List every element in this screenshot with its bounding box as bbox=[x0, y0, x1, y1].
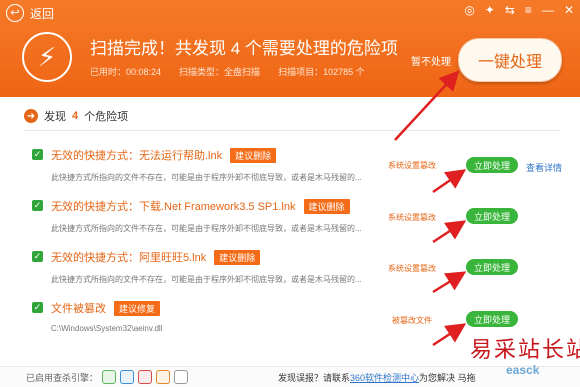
item-category: 系统设置篡改 bbox=[388, 264, 436, 273]
delete-tag[interactable]: 建议删除 bbox=[214, 250, 261, 265]
item-checkbox[interactable]: ✓ bbox=[32, 149, 43, 160]
item-checkbox[interactable]: ✓ bbox=[32, 251, 43, 262]
item-title-text: 无效的快捷方式：下载.Net Framework3.5 SP1.lnk bbox=[51, 201, 296, 213]
fix-now-button[interactable]: 立即处理 bbox=[466, 259, 518, 275]
list-header-prefix: 发现 bbox=[44, 111, 66, 123]
item-desc: 此快捷方式所指向的文件不存在，可能是由于程序外卸不彻底导致，或者是木马残留的..… bbox=[51, 275, 362, 284]
list-header: ➜ 发现 4 个危险项 bbox=[24, 108, 128, 124]
item-title: 无效的快捷方式：下载.Net Framework3.5 SP1.lnk 建议删除 bbox=[51, 198, 350, 214]
annotation-arrow bbox=[432, 220, 467, 244]
watermark-sub: easck bbox=[506, 363, 540, 377]
delete-tag[interactable]: 建议删除 bbox=[230, 148, 277, 163]
report-prefix: 发现误报？请联系 bbox=[278, 373, 351, 383]
scan-type: 扫描类型：全盘扫描 bbox=[179, 67, 261, 77]
item-path: C:\Windows\System32\aeinv.dll bbox=[51, 324, 163, 333]
bitdefender-engine-icon[interactable] bbox=[138, 370, 153, 384]
skip-link[interactable]: 暂不处理 bbox=[411, 53, 451, 68]
menu-icon[interactable]: ≡ bbox=[525, 3, 532, 17]
risk-count: 4 bbox=[72, 110, 79, 122]
fix-all-button[interactable]: 一键处理 bbox=[458, 38, 562, 82]
avira-engine-icon[interactable] bbox=[174, 370, 189, 384]
fix-now-button[interactable]: 立即处理 bbox=[466, 157, 518, 173]
watermark: 易采站长站 bbox=[470, 338, 580, 363]
time-used: 已用时：00:08:24 bbox=[90, 67, 162, 77]
report-text: 发现误报？请联系360软件检测中心为您解决 马拖 bbox=[278, 371, 476, 384]
delete-tag[interactable]: 建议删除 bbox=[303, 199, 350, 214]
window-controls: ◎ ✦ ⇆ ≡ — ✕ bbox=[464, 3, 574, 17]
item-desc: 此快捷方式所指向的文件不存在，可能是由于程序外卸不彻底导致，或者是木马残留的..… bbox=[51, 173, 362, 182]
repair-tag[interactable]: 建议修复 bbox=[114, 301, 161, 316]
shield-icon[interactable]: ✦ bbox=[485, 3, 495, 17]
close-icon[interactable]: ✕ bbox=[564, 3, 574, 17]
page-title: 扫描完成！共发现 4 个需要处理的危险项 bbox=[90, 39, 398, 58]
item-category: 系统设置篡改 bbox=[388, 213, 436, 222]
item-title: 无效的快捷方式：阿里旺旺5.lnk 建议删除 bbox=[51, 249, 261, 265]
item-category: 系统设置篡改 bbox=[388, 161, 436, 170]
annotation-arrow bbox=[432, 169, 467, 194]
items-scanned: 扫描项目：102785 个 bbox=[278, 67, 365, 77]
engines-label: 已启用查杀引擎： bbox=[26, 372, 99, 383]
engine-status: 已启用查杀引擎： bbox=[26, 370, 189, 384]
divider bbox=[24, 130, 560, 131]
back-button[interactable]: ↩ 返回 bbox=[6, 4, 54, 22]
item-title-text: 无效的快捷方式：阿里旺旺5.lnk bbox=[51, 252, 207, 264]
report-tail: 马拖 bbox=[457, 373, 476, 383]
share-icon[interactable]: ⇆ bbox=[505, 3, 515, 17]
lightning-icon: ⚡ bbox=[22, 32, 72, 82]
item-title: 无效的快捷方式：无法运行帮助.lnk 建议删除 bbox=[51, 147, 277, 163]
fix-now-button[interactable]: 立即处理 bbox=[466, 208, 518, 224]
qvm-engine-icon[interactable] bbox=[120, 370, 135, 384]
view-details-link[interactable]: 查看详情 bbox=[526, 161, 562, 174]
item-title: 文件被篡改 建议修复 bbox=[51, 300, 161, 316]
item-title-text: 文件被篡改 bbox=[51, 303, 106, 315]
minimize-icon[interactable]: — bbox=[542, 3, 554, 17]
report-suffix: 为您解决 bbox=[419, 373, 456, 383]
list-header-suffix: 个危险项 bbox=[84, 111, 129, 123]
fix-now-button[interactable]: 立即处理 bbox=[466, 311, 518, 327]
skin-icon[interactable]: ◎ bbox=[464, 3, 474, 17]
warning-icon: ➜ bbox=[24, 109, 38, 123]
item-category: 被篡改文件 bbox=[392, 316, 432, 325]
scan-meta: 已用时：00:08:24 扫描类型：全盘扫描 扫描项目：102785 个 bbox=[90, 65, 365, 78]
annotation-arrow bbox=[432, 323, 467, 347]
item-checkbox[interactable]: ✓ bbox=[32, 200, 43, 211]
system-repair-engine-icon[interactable] bbox=[156, 370, 171, 384]
report-link[interactable]: 360软件检测中心 bbox=[350, 373, 419, 383]
cloud-engine-icon[interactable] bbox=[102, 370, 117, 384]
annotation-arrow bbox=[432, 271, 467, 294]
item-desc: 此快捷方式所指向的文件不存在，可能是由于程序外卸不彻底导致，或者是木马残留的..… bbox=[51, 224, 362, 233]
back-label: 返回 bbox=[30, 6, 55, 21]
back-arrow-icon: ↩ bbox=[6, 4, 24, 22]
item-checkbox[interactable]: ✓ bbox=[32, 302, 43, 313]
item-title-text: 无效的快捷方式：无法运行帮助.lnk bbox=[51, 150, 223, 162]
